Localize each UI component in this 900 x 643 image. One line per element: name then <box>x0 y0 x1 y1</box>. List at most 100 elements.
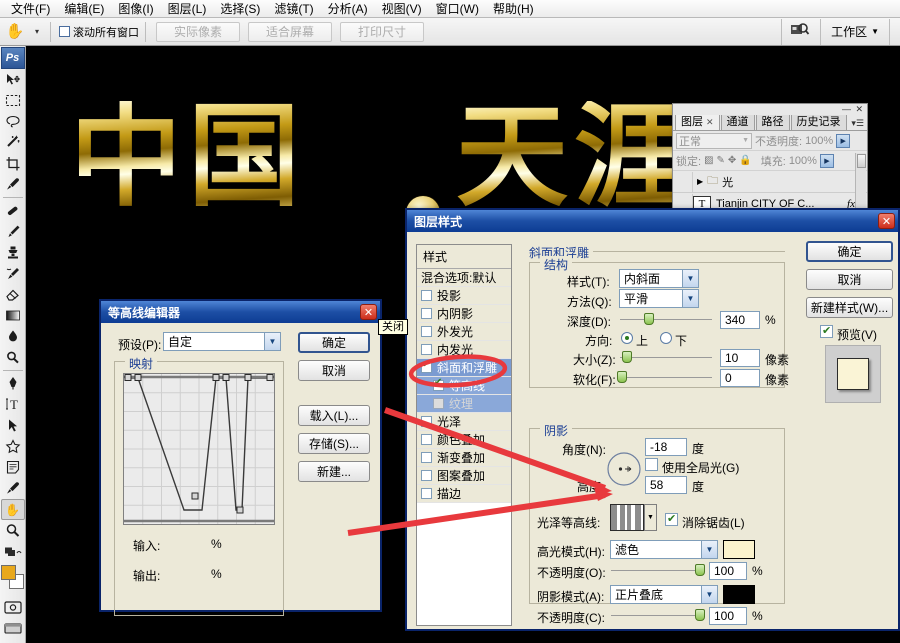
minimize-icon[interactable]: — <box>842 104 851 114</box>
shadow-opacity-slider-thumb[interactable] <box>695 609 705 621</box>
fit-screen-button[interactable]: 适合屏幕 <box>248 22 332 42</box>
layer-style-ok-button[interactable]: 确定 <box>806 241 893 262</box>
magic-wand-tool[interactable] <box>1 132 25 153</box>
zoom-tool[interactable] <box>1 520 25 541</box>
hand-tool[interactable]: ✋ <box>1 499 25 520</box>
blend-mode-select[interactable]: 正常 ▼ <box>676 133 752 149</box>
eyedropper-tool[interactable] <box>1 174 25 195</box>
layer-style-dialog[interactable]: 图层样式 ✕ 样式 混合选项:默认 投影 内阴影 外发光 内发光 <box>405 208 900 631</box>
style-checkbox[interactable] <box>421 488 432 499</box>
eyedropper2-tool[interactable] <box>1 478 25 499</box>
menu-item-help[interactable]: 帮助(H) <box>486 0 541 18</box>
dodge-tool[interactable] <box>1 347 25 368</box>
style-row-pattern-overlay[interactable]: 图案叠加 <box>417 467 511 485</box>
chevron-right-icon[interactable]: ▶ <box>693 177 707 186</box>
menu-item-filter[interactable]: 滤镜(T) <box>267 0 320 18</box>
fill-slider-arrow-icon[interactable]: ▶ <box>820 154 834 168</box>
panel-menu-icon[interactable]: ▾☰ <box>851 118 867 130</box>
screen-mode-icon[interactable] <box>790 22 810 41</box>
style-checkbox[interactable] <box>421 470 432 481</box>
gradient-tool[interactable] <box>1 305 25 326</box>
scrollbar-thumb[interactable] <box>857 154 866 168</box>
layer-visibility-toggle[interactable] <box>673 172 693 192</box>
angle-dial[interactable] <box>607 452 641 486</box>
preview-checkbox[interactable] <box>820 325 833 338</box>
close-icon[interactable]: ✕ <box>706 117 714 127</box>
depth-slider-track[interactable] <box>620 319 712 320</box>
contour-curve-graph[interactable] <box>123 373 275 525</box>
style-checkbox[interactable] <box>421 344 432 355</box>
screen-mode-icon[interactable] <box>1 597 25 618</box>
layers-panel[interactable]: — ✕ 图层✕ 通道 路径 历史记录 ▾☰ 正常 ▼ 不透明度: 100% ▶ … <box>672 103 868 213</box>
menu-item-view[interactable]: 视图(V) <box>375 0 429 18</box>
hand-tool-icon[interactable]: ✋ <box>0 19 30 45</box>
scroll-all-windows-checkbox[interactable]: 滚动所有窗口 <box>59 24 139 40</box>
close-icon[interactable]: ✕ <box>360 304 377 320</box>
shadow-opacity-input[interactable]: 100 <box>709 607 747 625</box>
chevron-down-icon[interactable]: ▼ <box>871 27 879 36</box>
style-row-stroke[interactable]: 描边 <box>417 485 511 503</box>
marquee-tool[interactable] <box>1 90 25 111</box>
soften-input[interactable]: 0 <box>720 369 760 387</box>
style-row-satin[interactable]: 光泽 <box>417 413 511 431</box>
new-style-button[interactable]: 新建样式(W)... <box>806 297 893 318</box>
close-icon[interactable]: ✕ <box>855 104 863 114</box>
styles-list[interactable]: 样式 混合选项:默认 投影 内阴影 外发光 内发光 斜面和浮 <box>416 244 512 626</box>
move-tool[interactable] <box>1 69 25 90</box>
gloss-contour-thumbnail[interactable] <box>610 504 644 531</box>
print-size-button[interactable]: 打印尺寸 <box>340 22 424 42</box>
fill-value[interactable]: 100% <box>789 155 817 167</box>
color-swatches[interactable] <box>1 565 25 591</box>
position-lock-icon[interactable]: ✥ <box>728 155 736 166</box>
contour-ok-button[interactable]: 确定 <box>298 332 370 353</box>
style-checkbox[interactable] <box>421 434 432 445</box>
crop-tool[interactable] <box>1 153 25 174</box>
direction-down-radio[interactable] <box>660 332 672 344</box>
transparency-lock-icon[interactable]: ▨ <box>704 155 713 166</box>
healing-brush-tool[interactable] <box>1 200 25 221</box>
pixel-lock-icon[interactable]: ✎ <box>717 155 725 166</box>
style-row-outer-glow[interactable]: 外发光 <box>417 323 511 341</box>
style-row-drop-shadow[interactable]: 投影 <box>417 287 511 305</box>
shadow-mode-select[interactable]: 正片叠底 ▼ <box>610 585 718 604</box>
direction-up-radio[interactable] <box>621 332 633 344</box>
brush-tool[interactable] <box>1 221 25 242</box>
lasso-tool[interactable] <box>1 111 25 132</box>
style-checkbox[interactable] <box>433 380 444 391</box>
contour-new-button[interactable]: 新建... <box>298 461 370 482</box>
style-checkbox[interactable] <box>421 290 432 301</box>
contour-load-button[interactable]: 载入(L)... <box>298 405 370 426</box>
screen-mode-alt-icon[interactable] <box>1 618 25 639</box>
clone-stamp-tool[interactable] <box>1 242 25 263</box>
chevron-down-icon[interactable]: ▾ <box>30 27 44 36</box>
highlight-opacity-slider-track[interactable] <box>611 570 703 571</box>
shadow-color-swatch[interactable] <box>723 585 755 604</box>
depth-input[interactable]: 340 <box>720 311 760 329</box>
size-slider-thumb[interactable] <box>622 351 632 363</box>
gloss-contour-dropdown-arrow[interactable]: ▼ <box>644 504 657 531</box>
anti-alias-checkbox[interactable] <box>665 513 678 526</box>
style-checkbox[interactable] <box>421 362 432 373</box>
workspace-label[interactable]: 工作区 <box>831 23 867 40</box>
foreground-color-swatch[interactable] <box>1 565 16 580</box>
quick-mask-toggle[interactable] <box>1 541 25 562</box>
altitude-input[interactable]: 58 <box>645 476 687 494</box>
contour-save-button[interactable]: 存储(S)... <box>298 433 370 454</box>
menu-item-layer[interactable]: 图层(L) <box>161 0 214 18</box>
notes-tool[interactable] <box>1 457 25 478</box>
menu-item-image[interactable]: 图像(I) <box>111 0 160 18</box>
history-brush-tool[interactable] <box>1 263 25 284</box>
style-row-color-overlay[interactable]: 颜色叠加 <box>417 431 511 449</box>
soften-slider-track[interactable] <box>620 377 712 378</box>
highlight-opacity-input[interactable]: 100 <box>709 562 747 580</box>
blur-tool[interactable] <box>1 326 25 347</box>
style-row-contour[interactable]: 等高线 <box>417 377 511 395</box>
actual-pixels-button[interactable]: 实际像素 <box>156 22 240 42</box>
menu-item-analysis[interactable]: 分析(A) <box>321 0 375 18</box>
style-row-inner-glow[interactable]: 内发光 <box>417 341 511 359</box>
close-icon[interactable]: ✕ <box>878 213 895 229</box>
use-global-light-checkbox[interactable] <box>645 458 658 471</box>
highlight-color-swatch[interactable] <box>723 540 755 559</box>
size-input[interactable]: 10 <box>720 349 760 367</box>
opacity-value[interactable]: 100% <box>805 135 833 147</box>
